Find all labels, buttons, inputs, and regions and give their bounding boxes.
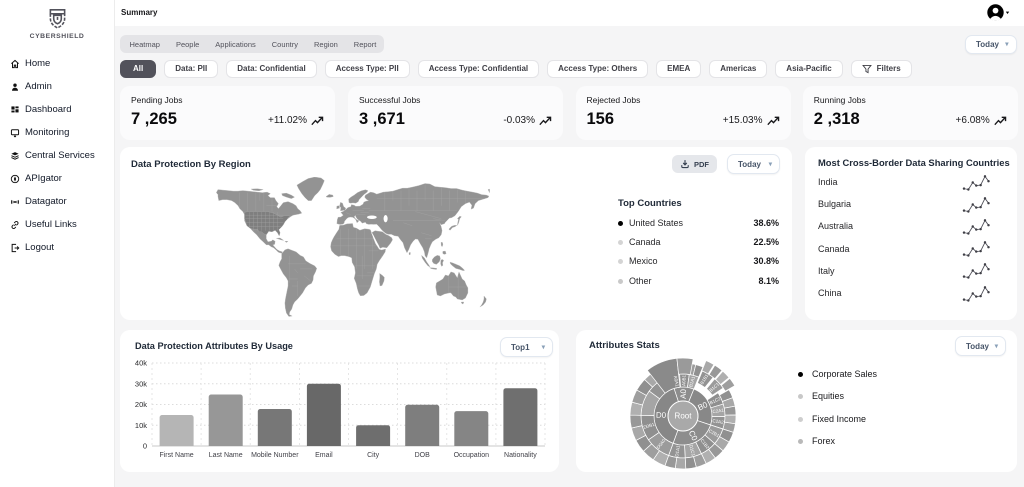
svg-text:Email: Email [315,452,333,459]
svg-text:30k: 30k [135,379,147,388]
svg-text:Mobile Number: Mobile Number [251,452,299,459]
svg-text:10k: 10k [135,421,147,430]
svg-text:First Name: First Name [159,452,193,459]
svg-text:A0: A0 [679,388,688,399]
svg-text:Last Name: Last Name [209,452,243,459]
svg-text:A0B1: A0B1 [681,374,686,386]
svg-text:D0: D0 [656,411,667,420]
svg-text:0: 0 [143,442,147,451]
svg-text:Nationality: Nationality [504,452,537,459]
svg-text:Root: Root [675,412,693,421]
svg-text:20k: 20k [135,400,147,409]
svg-text:40k: 40k [135,359,147,368]
svg-text:DOB: DOB [415,452,431,459]
svg-text:Occupation: Occupation [454,452,490,459]
svg-text:City: City [367,452,380,459]
